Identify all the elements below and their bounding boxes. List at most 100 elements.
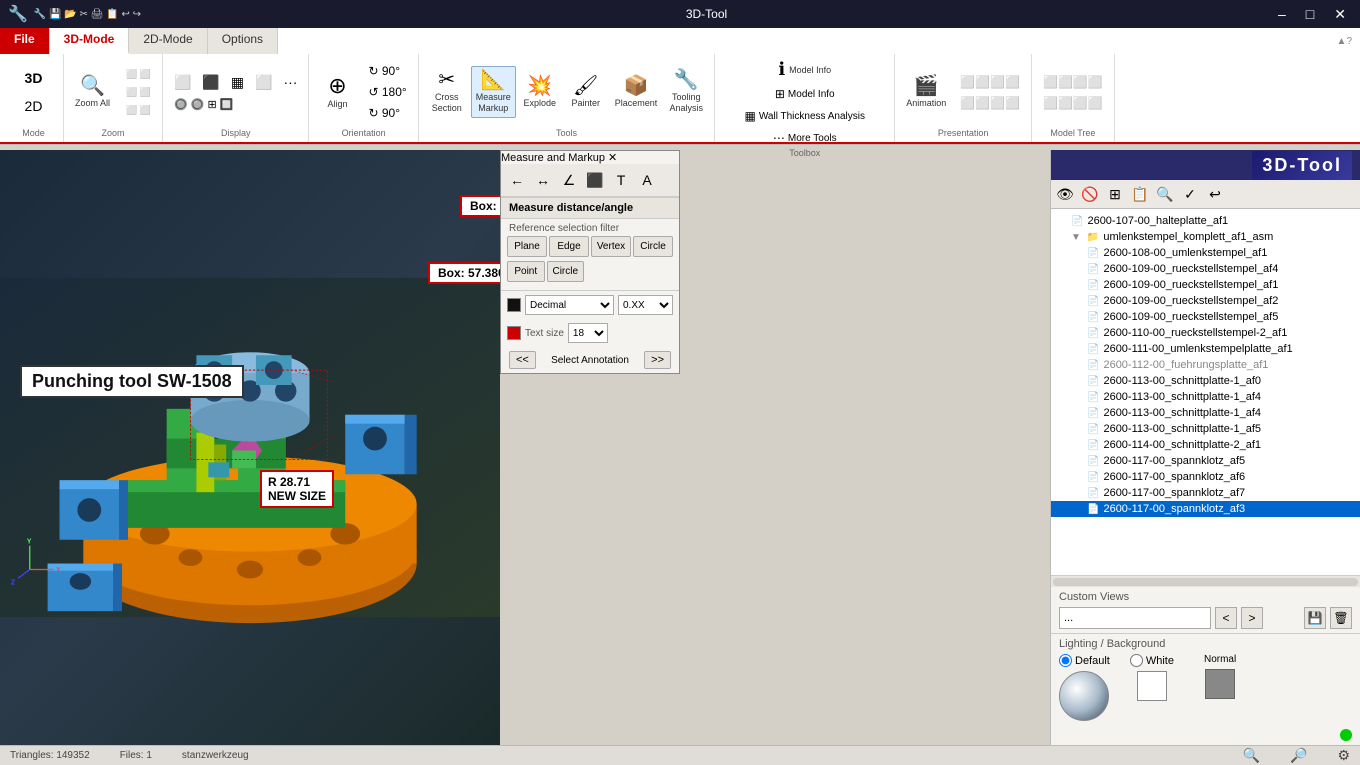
tree-item-5[interactable]: 📄 2600-109-00_rueckstellstempel_af1 xyxy=(1051,277,1360,293)
measure-tool-2[interactable]: ↔ xyxy=(531,168,555,192)
orient-btn-3[interactable]: ↻ 90° xyxy=(363,103,411,123)
ann-next-btn[interactable]: >> xyxy=(644,351,671,369)
tree-btn-2[interactable]: ⬜⬜⬜⬜ xyxy=(1038,93,1108,113)
display-btn-1[interactable]: ⬜ xyxy=(169,71,196,94)
placement-button[interactable]: 📦 Placement xyxy=(610,72,663,113)
view-btn-6[interactable]: ✓ xyxy=(1178,182,1202,206)
tree-item-2[interactable]: ▼ 📁 umlenkstempel_komplett_af1_asm xyxy=(1051,229,1360,245)
view-btn-5[interactable]: 🔍 xyxy=(1153,182,1177,206)
lighting-default-radio[interactable] xyxy=(1059,654,1072,667)
tab-3dmode[interactable]: 3D-Mode xyxy=(50,28,130,54)
display-btn-5[interactable]: ··· xyxy=(278,71,302,94)
mode-2d-button[interactable]: 2D xyxy=(16,93,52,119)
measure-markup-button[interactable]: 📐 MeasureMarkup xyxy=(471,66,516,118)
viewport[interactable]: X Y Z Punching tool SW-1508 Box: 57.380 … xyxy=(0,150,500,745)
view-btn-7[interactable]: ↩ xyxy=(1203,182,1227,206)
pres-btn-2[interactable]: ⬜⬜⬜⬜ xyxy=(955,93,1025,113)
tree-item-19[interactable]: 📄 2600-117-00_spannklotz_af3 xyxy=(1051,501,1360,517)
tree-item-7[interactable]: 📄 2600-109-00_rueckstellstempel_af5 xyxy=(1051,309,1360,325)
close-button[interactable]: ✕ xyxy=(1328,4,1352,25)
cross-section-button[interactable]: ✂ CrossSection xyxy=(425,66,469,118)
tree-item-6[interactable]: 📄 2600-109-00_rueckstellstempel_af2 xyxy=(1051,293,1360,309)
pres-btn-1[interactable]: ⬜⬜⬜⬜ xyxy=(955,72,1025,92)
wall-thickness-button[interactable]: ▦ Wall Thickness Analysis xyxy=(740,106,871,126)
view-btn-3[interactable]: ⊞ xyxy=(1103,182,1127,206)
cv-next-btn[interactable]: > xyxy=(1241,607,1263,629)
custom-views-input[interactable] xyxy=(1059,607,1211,629)
zoom-btn-1[interactable]: ⬜ ⬜ xyxy=(121,66,156,83)
display-btn-3[interactable]: ▦ xyxy=(226,71,249,94)
model-compare-button[interactable]: ⊞ Model Info xyxy=(770,84,840,104)
maximize-button[interactable]: □ xyxy=(1300,4,1320,25)
tree-item-16[interactable]: 📄 2600-117-00_spannklotz_af5 xyxy=(1051,453,1360,469)
tree-item-15[interactable]: 📄 2600-114-00_schnittplatte-2_af1 xyxy=(1051,437,1360,453)
more-tools-button[interactable]: ⋯ More Tools xyxy=(768,128,842,148)
lighting-globe[interactable] xyxy=(1059,671,1109,721)
animation-button[interactable]: 🎬 Animation xyxy=(901,72,951,113)
measure-tool-6[interactable]: A xyxy=(635,168,659,192)
statusbar-icon-2[interactable]: 🔎 xyxy=(1290,747,1307,764)
ref-circle-btn[interactable]: Circle xyxy=(633,236,673,257)
measure-panel-close[interactable]: ✕ xyxy=(608,152,617,164)
measure-tool-3[interactable]: ∠ xyxy=(557,168,581,192)
cv-prev-btn[interactable]: < xyxy=(1215,607,1237,629)
model-info-button[interactable]: ℹ Model Info xyxy=(773,56,836,82)
view-btn-4[interactable]: 📋 xyxy=(1128,182,1152,206)
tooling-analysis-button[interactable]: 🔧 ToolingAnalysis xyxy=(664,66,708,118)
ref-plane-btn[interactable]: Plane xyxy=(507,236,547,257)
display-btn-6[interactable]: 🔘 🔘 ⊞ 🔲 xyxy=(169,95,238,114)
statusbar-icon-1[interactable]: 🔍 xyxy=(1243,747,1260,764)
tree-item-12[interactable]: 📄 2600-113-00_schnittplatte-1_af4 xyxy=(1051,389,1360,405)
minimize-button[interactable]: – xyxy=(1272,4,1292,25)
lighting-white-radio[interactable] xyxy=(1130,654,1143,667)
tree-item-17[interactable]: 📄 2600-117-00_spannklotz_af6 xyxy=(1051,469,1360,485)
view-btn-2[interactable]: 🚫 xyxy=(1078,182,1102,206)
tree-item-1[interactable]: 📄 2600-107-00_halteplatte_af1 xyxy=(1051,213,1360,229)
align-button[interactable]: ⊕ Align xyxy=(315,71,359,114)
tree-item-8[interactable]: 📄 2600-110-00_rueckstellstempel-2_af1 xyxy=(1051,325,1360,341)
view-btn-1[interactable]: 👁 xyxy=(1053,182,1077,206)
zoom-all-button[interactable]: 🔍 Zoom All xyxy=(70,72,115,113)
mode-3d-button[interactable]: 3D xyxy=(16,65,52,91)
tab-file[interactable]: File xyxy=(0,28,50,54)
tree-item-13[interactable]: 📄 2600-113-00_schnittplatte-1_af4 xyxy=(1051,405,1360,421)
tab-2dmode[interactable]: 2D-Mode xyxy=(129,28,207,54)
decimal-select[interactable]: Decimal xyxy=(525,295,614,315)
tree-item-18[interactable]: 📄 2600-117-00_spannklotz_af7 xyxy=(1051,485,1360,501)
statusbar-icon-3[interactable]: ⚙ xyxy=(1337,747,1350,764)
ann-prev-btn[interactable]: << xyxy=(509,351,536,369)
format-value-select[interactable]: 0.XX xyxy=(618,295,673,315)
tab-options[interactable]: Options xyxy=(208,28,278,54)
tree-item-9[interactable]: 📄 2600-111-00_umlenkstempelplatte_af1 xyxy=(1051,341,1360,357)
white-swatch[interactable] xyxy=(1137,671,1167,701)
tree-item-10[interactable]: 📄 2600-112-00_fuehrungsplatte_af1 xyxy=(1051,357,1360,373)
measure-tool-4[interactable]: ⬛ xyxy=(583,168,607,192)
explode-button[interactable]: 💥 Explode xyxy=(518,72,562,113)
textsize-select[interactable]: 18 xyxy=(568,323,608,343)
text-color-picker[interactable] xyxy=(507,326,521,340)
tree-item-4[interactable]: 📄 2600-109-00_rueckstellstempel_af4 xyxy=(1051,261,1360,277)
ref-vertex-btn[interactable]: Vertex xyxy=(591,236,631,257)
tree-btn-1[interactable]: ⬜⬜⬜⬜ xyxy=(1038,72,1108,92)
measure-tool-5[interactable]: T xyxy=(609,168,633,192)
cv-delete-btn[interactable]: 🗑 xyxy=(1330,607,1352,629)
ref-edge-btn[interactable]: Edge xyxy=(549,236,589,257)
painter-button[interactable]: 🖌 Painter xyxy=(564,72,608,113)
ref-circle2-btn[interactable]: Circle xyxy=(547,261,585,282)
normal-swatch[interactable] xyxy=(1205,669,1235,699)
orient-btn-1[interactable]: ↻ 90° xyxy=(363,61,411,81)
tree-item-3[interactable]: 📄 2600-108-00_umlenkstempel_af1 xyxy=(1051,245,1360,261)
zoom-btn-2[interactable]: ⬜ ⬜ xyxy=(121,84,156,101)
orient-btn-2[interactable]: ↺ 180° xyxy=(363,82,411,102)
display-btn-2[interactable]: ⬛ xyxy=(197,71,224,94)
cv-save-btn[interactable]: 💾 xyxy=(1304,607,1326,629)
color-picker[interactable] xyxy=(507,298,521,312)
ref-point-btn[interactable]: Point xyxy=(507,261,545,282)
tree-item-14[interactable]: 📄 2600-113-00_schnittplatte-1_af5 xyxy=(1051,421,1360,437)
measure-tool-1[interactable]: ← xyxy=(505,168,529,192)
zoom-btn-3[interactable]: ⬜ ⬜ xyxy=(121,102,156,119)
tree-hscrollbar[interactable] xyxy=(1051,575,1360,587)
display-btn-4[interactable]: ⬜ xyxy=(250,71,277,94)
tree-item-11[interactable]: 📄 2600-113-00_schnittplatte-1_af0 xyxy=(1051,373,1360,389)
tree-item-label-2: umlenkstempel_komplett_af1_asm xyxy=(1103,231,1273,243)
